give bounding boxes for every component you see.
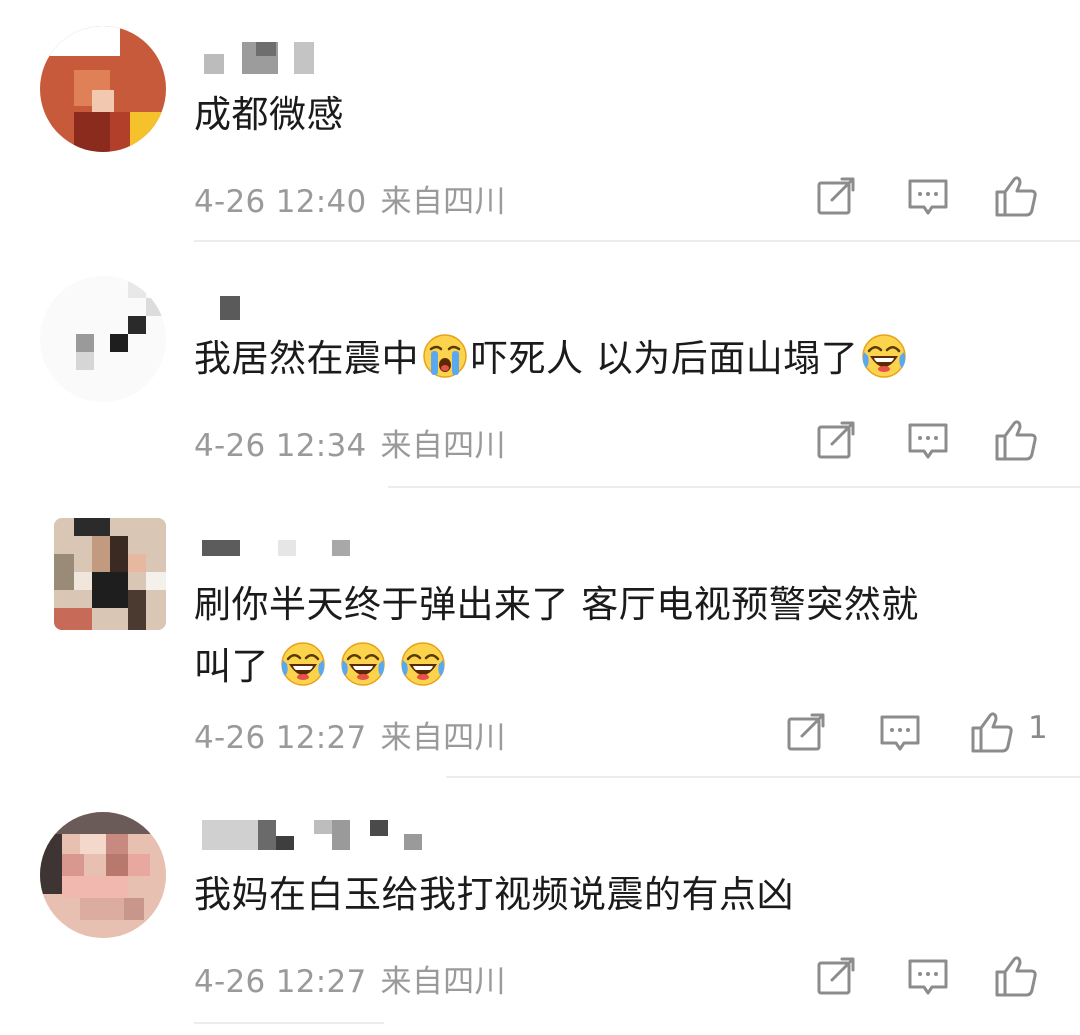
repost-icon[interactable] <box>812 416 860 464</box>
comment-text-part: 吓死人 以为后面山塌了 <box>471 337 859 380</box>
like-count: 1 <box>1028 710 1048 746</box>
comment-text-part: 我居然在震中 <box>194 337 419 380</box>
laugh-cry-emoji <box>861 333 907 379</box>
username[interactable] <box>200 814 440 854</box>
comment-text-part: 叫了 <box>194 645 269 688</box>
username[interactable] <box>200 290 440 330</box>
like-button[interactable]: 1 <box>968 708 1048 756</box>
comment-location: 来自四川 <box>380 428 506 464</box>
comment-meta: 4-26 12:34 来自四川 <box>194 420 506 465</box>
divider <box>194 1022 384 1024</box>
comment-actions <box>812 172 1040 220</box>
comment-time: 4-26 12:40 <box>194 184 367 220</box>
avatar[interactable] <box>40 276 166 402</box>
repost-icon[interactable] <box>812 172 860 220</box>
laugh-cry-emoji <box>340 641 386 687</box>
thumbs-up-icon[interactable] <box>992 952 1040 1000</box>
username[interactable] <box>200 536 440 576</box>
crying-emoji <box>422 333 468 379</box>
thumbs-up-icon[interactable] <box>992 172 1040 220</box>
comment-location: 来自四川 <box>380 184 506 220</box>
comment-location: 来自四川 <box>380 964 506 1000</box>
comment-text: 我妈在白玉给我打视频说震的有点凶 <box>194 873 794 916</box>
repost-icon[interactable] <box>782 708 830 756</box>
avatar[interactable] <box>40 812 166 938</box>
divider <box>194 240 1080 242</box>
comment-meta: 4-26 12:27 来自四川 <box>194 712 506 757</box>
thumbs-up-icon <box>971 712 1013 753</box>
comment-icon[interactable] <box>904 416 952 464</box>
comment-text: 刷你半天终于弹出来了 客厅电视预警突然就 叫了 <box>194 574 1054 698</box>
comment-text: 成都微感 <box>194 93 344 136</box>
comment-text: 我居然在震中 吓死人 以为后面山塌了 <box>194 328 1054 390</box>
laugh-cry-emoji <box>280 641 326 687</box>
divider <box>446 776 1080 778</box>
comment-location: 来自四川 <box>380 720 506 756</box>
laugh-cry-emoji <box>400 641 446 687</box>
avatar[interactable] <box>54 518 166 630</box>
comment-meta: 4-26 12:40 来自四川 <box>194 176 506 221</box>
comment-actions <box>812 952 1040 1000</box>
comment-text-line: 叫了 <box>194 636 1054 698</box>
comment-icon[interactable] <box>904 172 952 220</box>
repost-icon[interactable] <box>812 952 860 1000</box>
comment-time: 4-26 12:34 <box>194 428 367 464</box>
comment-time: 4-26 12:27 <box>194 720 367 756</box>
thumbs-up-icon[interactable] <box>992 416 1040 464</box>
comment-meta: 4-26 12:27 来自四川 <box>194 956 506 1001</box>
comment-text-line: 刷你半天终于弹出来了 客厅电视预警突然就 <box>194 583 919 626</box>
comment-icon[interactable] <box>904 952 952 1000</box>
divider <box>388 486 1080 488</box>
comment-actions <box>812 416 1040 464</box>
comment-time: 4-26 12:27 <box>194 964 367 1000</box>
avatar[interactable] <box>40 26 166 152</box>
username[interactable] <box>200 38 440 78</box>
comment-icon[interactable] <box>876 708 924 756</box>
comment-actions: 1 <box>782 708 1048 756</box>
